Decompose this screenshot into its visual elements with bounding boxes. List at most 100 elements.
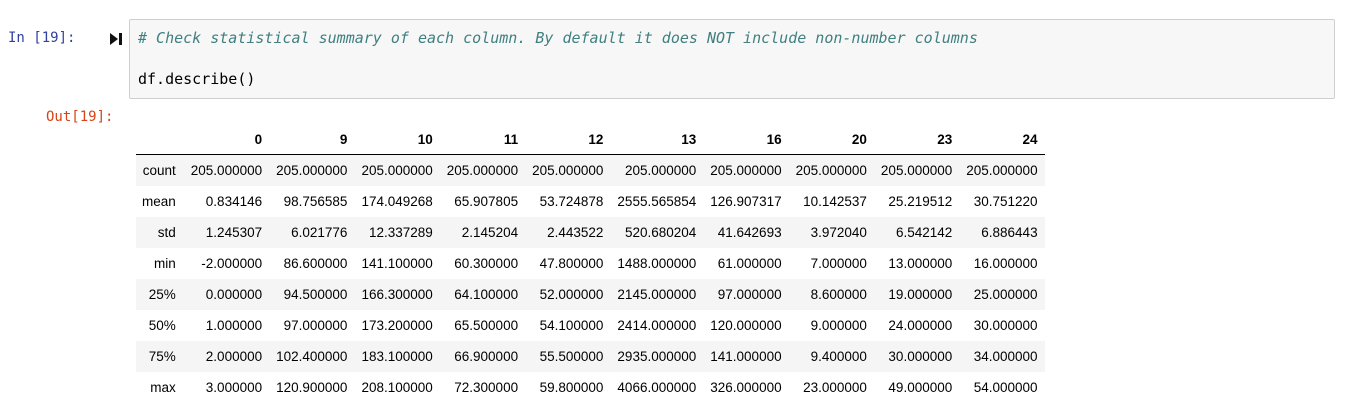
- table-cell: 61.000000: [717, 256, 782, 271]
- table-cell: 173.200000: [361, 318, 433, 333]
- table-cell: 6.886443: [981, 225, 1038, 240]
- table-cell: 19.000000: [888, 287, 953, 302]
- table-cell: 120.000000: [710, 318, 782, 333]
- table-cell: 9.400000: [810, 349, 867, 364]
- table-cell: 7.000000: [810, 256, 867, 271]
- row-label: max: [150, 380, 176, 395]
- table-cell: 183.100000: [361, 349, 433, 364]
- table-cell: 2935.000000: [617, 349, 697, 364]
- run-cell-icon[interactable]: [110, 32, 122, 46]
- table-cell: 2145.000000: [617, 287, 697, 302]
- table-cell: 2414.000000: [617, 318, 697, 333]
- table-cell: 2.000000: [205, 349, 263, 364]
- table-cell: 205.000000: [880, 163, 953, 178]
- index-header: [136, 124, 184, 155]
- row-label: count: [142, 163, 176, 178]
- table-cell: 34.000000: [973, 349, 1038, 364]
- table-cell: 141.000000: [710, 349, 782, 364]
- table-cell: 98.756585: [283, 194, 348, 209]
- table-cell: 102.400000: [276, 349, 348, 364]
- row-label: 25%: [148, 287, 176, 302]
- column-header: 16: [703, 124, 789, 155]
- table-cell: 205.000000: [710, 163, 782, 178]
- input-prompt: In [19]:: [8, 30, 76, 46]
- table-cell: 54.000000: [973, 380, 1038, 395]
- table-cell: 30.000000: [888, 349, 953, 364]
- table-cell: 205.000000: [624, 163, 697, 178]
- table-cell: 174.049268: [361, 194, 433, 209]
- table-cell: 52.000000: [539, 287, 604, 302]
- output-prompt: Out[19]:: [46, 109, 114, 125]
- table-cell: 2.145204: [461, 225, 519, 240]
- table-cell: 205.000000: [532, 163, 604, 178]
- table-header-row: 0 9 10 11 12 13 16 20 23 24: [136, 124, 1045, 155]
- describe-table: 0 9 10 11 12 13 16 20 23 24 count 205.000000 205.00…: [136, 124, 1045, 403]
- table-cell: 60.300000: [454, 256, 519, 271]
- table-cell: 24.000000: [888, 318, 953, 333]
- table-cell: 520.680204: [624, 225, 697, 240]
- table-cell: 326.000000: [710, 380, 782, 395]
- table-cell: 205.000000: [795, 163, 867, 178]
- row-label: std: [157, 225, 176, 240]
- table-row: std 1.245307 6.021776 12.337289 2.145204 2.44…: [136, 217, 1045, 248]
- table-cell: 3.000000: [205, 380, 263, 395]
- table-cell: 97.000000: [283, 318, 348, 333]
- table-row: 50% 1.000000 97.000000 173.200000 65.500000 5…: [136, 310, 1045, 341]
- table-cell: 3.972040: [810, 225, 867, 240]
- table-cell: 65.500000: [454, 318, 519, 333]
- table-cell: 25.219512: [888, 194, 953, 209]
- table-cell: 8.600000: [810, 287, 867, 302]
- table-cell: 23.000000: [803, 380, 867, 395]
- table-row: mean 0.834146 98.756585 174.049268 65.907805…: [136, 186, 1045, 217]
- table-cell: 12.337289: [368, 225, 433, 240]
- table-cell: 6.021776: [291, 225, 348, 240]
- table-cell: 126.907317: [710, 194, 782, 209]
- table-cell: 1.000000: [205, 318, 263, 333]
- row-label: min: [154, 256, 176, 271]
- column-header: 20: [788, 124, 874, 155]
- column-header: 24: [959, 124, 1045, 155]
- table-cell: 141.100000: [361, 256, 433, 271]
- table-cell: 97.000000: [717, 287, 782, 302]
- table-cell: 166.300000: [361, 287, 433, 302]
- table-cell: 30.751220: [973, 194, 1038, 209]
- table-cell: 49.000000: [888, 380, 953, 395]
- column-header: 12: [525, 124, 611, 155]
- code-comment: # Check statistical summary of each colu…: [138, 29, 978, 47]
- table-cell: 6.542142: [895, 225, 953, 240]
- table-cell: 25.000000: [973, 287, 1038, 302]
- table-cell: 86.600000: [283, 256, 348, 271]
- table-row: 75% 2.000000 102.400000 183.100000 66.900000…: [136, 341, 1045, 372]
- column-header: 0: [183, 124, 270, 155]
- table-cell: 205.000000: [190, 163, 263, 178]
- table-cell: 120.900000: [276, 380, 348, 395]
- table-cell: 41.642693: [717, 225, 782, 240]
- row-label: 75%: [148, 349, 176, 364]
- column-header: 13: [610, 124, 704, 155]
- table-row: count 205.000000 205.000000 205.000000 205.0…: [136, 154, 1045, 186]
- table-cell: 10.142537: [803, 194, 867, 209]
- table-cell: 30.000000: [973, 318, 1038, 333]
- table-cell: 65.907805: [454, 194, 519, 209]
- table-cell: 16.000000: [973, 256, 1038, 271]
- table-cell: 0.834146: [205, 194, 263, 209]
- code-cell-input[interactable]: # Check statistical summary of each colu…: [129, 19, 1335, 99]
- table-cell: 4066.000000: [617, 380, 697, 395]
- row-label: mean: [142, 194, 176, 209]
- table-row: 25% 0.000000 94.500000 166.300000 64.100000 5…: [136, 279, 1045, 310]
- table-cell: 55.500000: [539, 349, 604, 364]
- column-header: 10: [354, 124, 440, 155]
- table-cell: 205.000000: [966, 163, 1038, 178]
- table-cell: 205.000000: [276, 163, 348, 178]
- table-cell: 13.000000: [888, 256, 953, 271]
- table-cell: 72.300000: [454, 380, 519, 395]
- table-cell: 59.800000: [539, 380, 604, 395]
- table-cell: 9.000000: [810, 318, 867, 333]
- table-row: min -2.000000 86.600000 141.100000 60.300000…: [136, 248, 1045, 279]
- table-cell: 2555.565854: [617, 194, 697, 209]
- column-header: 11: [439, 124, 526, 155]
- table-cell: 1.245307: [205, 225, 263, 240]
- code-call: df.describe(): [138, 70, 256, 88]
- table-cell: 64.100000: [454, 287, 519, 302]
- table-cell: 53.724878: [539, 194, 604, 209]
